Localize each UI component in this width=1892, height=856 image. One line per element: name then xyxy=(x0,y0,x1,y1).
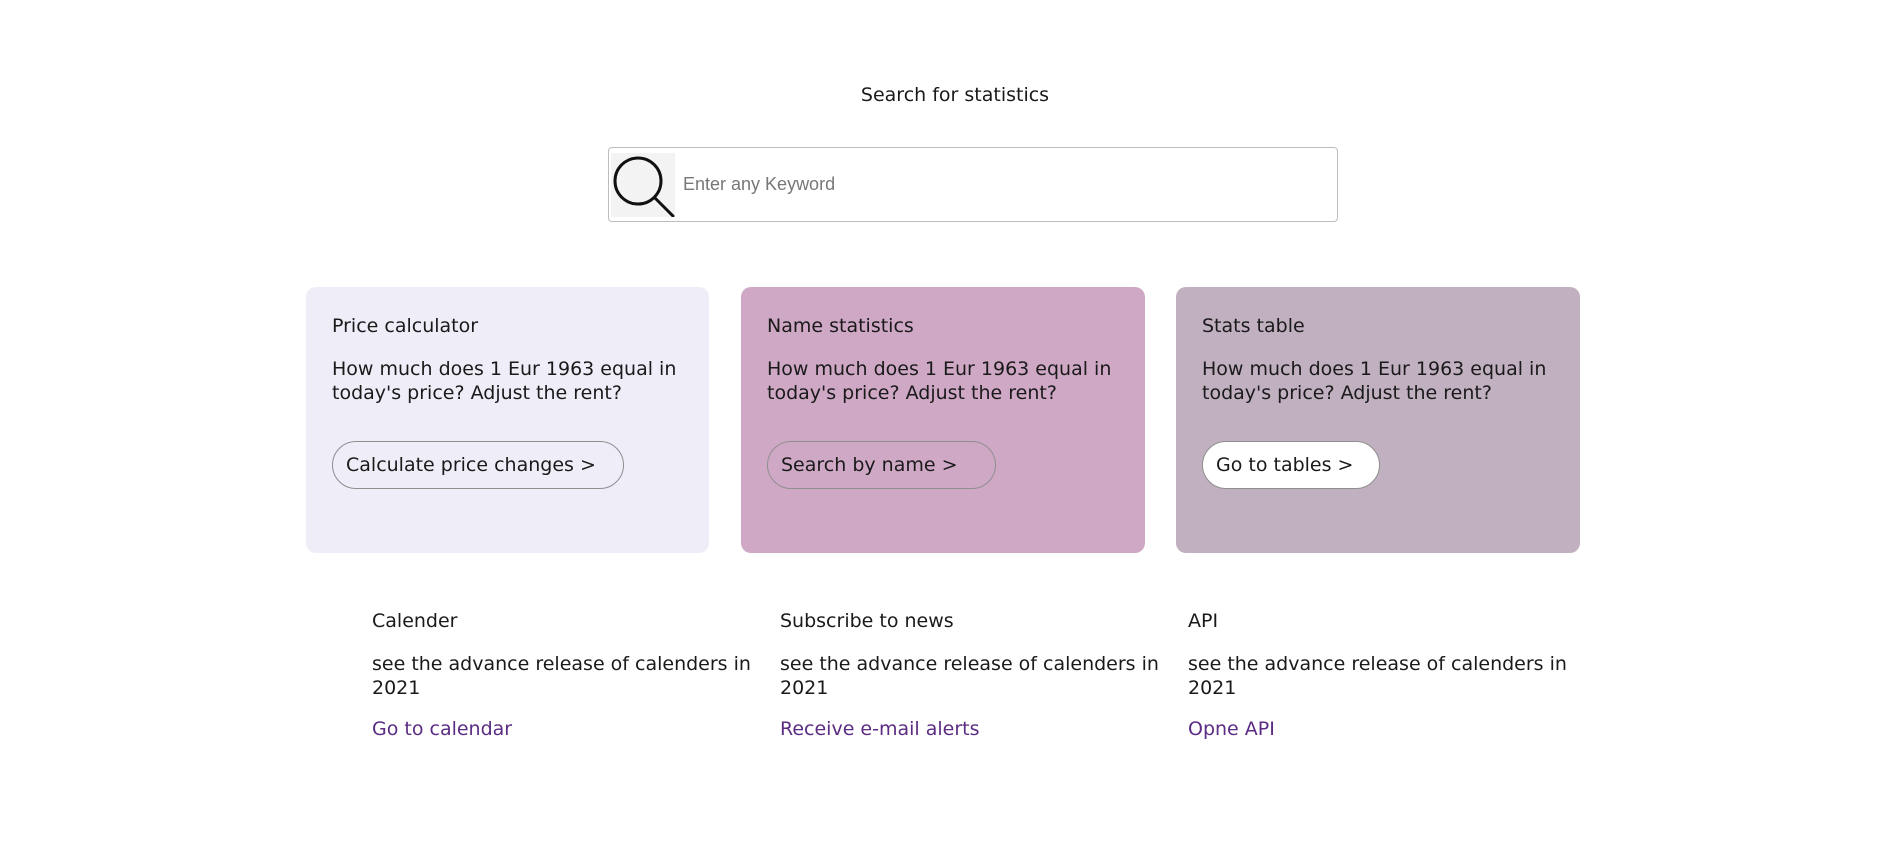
calculate-price-changes-button[interactable]: Calculate price changes > xyxy=(332,441,624,489)
card-title: Name statistics xyxy=(767,315,914,337)
info-calender: Calender see the advance release of cale… xyxy=(372,610,752,740)
search-input[interactable] xyxy=(675,153,1337,216)
info-title: API xyxy=(1188,610,1219,632)
card-title: Stats table xyxy=(1202,315,1305,337)
card-stats-table: Stats table How much does 1 Eur 1963 equ… xyxy=(1176,287,1580,553)
open-api-link[interactable]: Opne API xyxy=(1188,718,1275,740)
go-to-calendar-link[interactable]: Go to calendar xyxy=(372,718,512,740)
search-heading: Search for statistics xyxy=(860,84,1050,106)
card-description: How much does 1 Eur 1963 equal in today'… xyxy=(767,358,1112,404)
info-title: Subscribe to news xyxy=(780,610,954,632)
info-description: see the advance release of calenders in … xyxy=(1188,653,1567,699)
go-to-tables-button[interactable]: Go to tables > xyxy=(1202,441,1380,489)
card-description: How much does 1 Eur 1963 equal in today'… xyxy=(1202,358,1547,404)
info-description: see the advance release of calenders in … xyxy=(780,653,1159,699)
info-title: Calender xyxy=(372,610,458,632)
search-by-name-button[interactable]: Search by name > xyxy=(767,441,996,489)
search-box[interactable] xyxy=(608,147,1338,222)
card-title: Price calculator xyxy=(332,315,479,337)
receive-email-alerts-link[interactable]: Receive e-mail alerts xyxy=(780,718,980,740)
card-price-calculator: Price calculator How much does 1 Eur 196… xyxy=(306,287,709,553)
card-description: How much does 1 Eur 1963 equal in today'… xyxy=(332,358,677,404)
search-icon[interactable] xyxy=(611,152,675,217)
page: Search for statistics Price calculator H… xyxy=(0,0,1892,856)
info-api: API see the advance release of calenders… xyxy=(1188,610,1568,740)
info-subscribe: Subscribe to news see the advance releas… xyxy=(780,610,1160,740)
card-name-statistics: Name statistics How much does 1 Eur 1963… xyxy=(741,287,1145,553)
info-description: see the advance release of calenders in … xyxy=(372,653,751,699)
